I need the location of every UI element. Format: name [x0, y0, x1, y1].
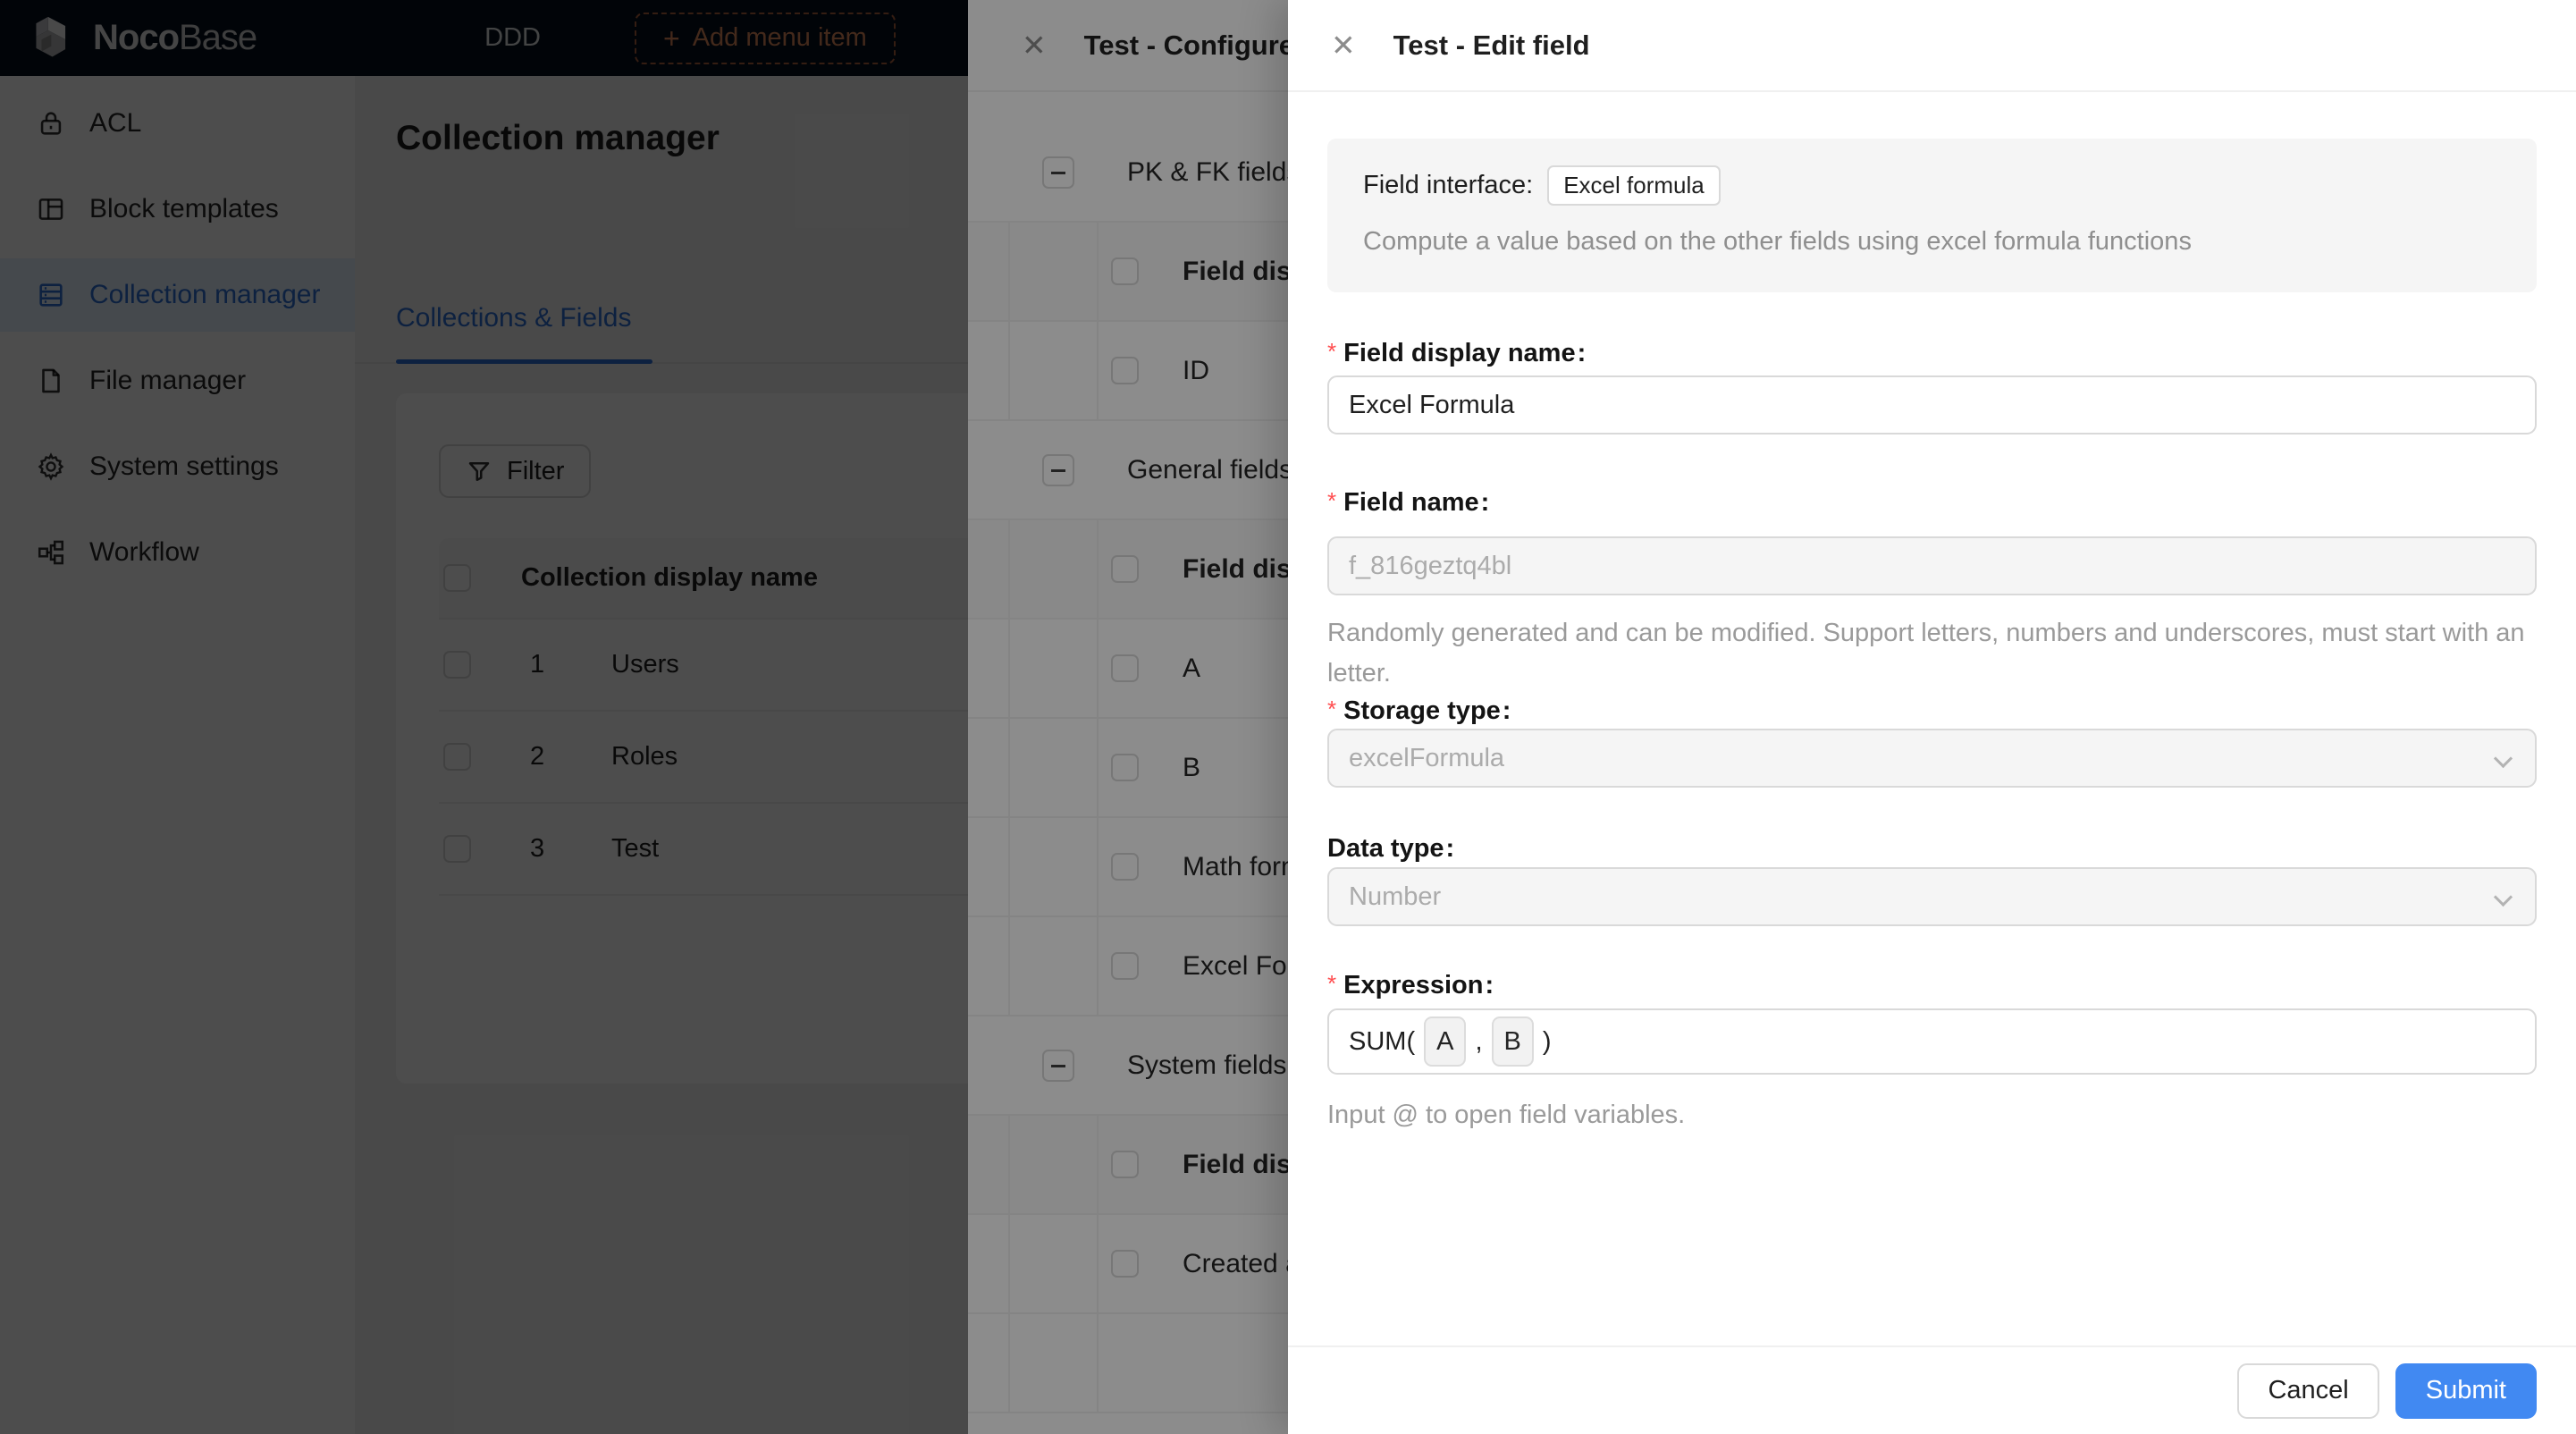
expression-variable-tag-b[interactable]: B [1492, 1016, 1534, 1067]
field-name-help-text: Randomly generated and can be modified. … [1327, 613, 2537, 694]
field-display-name-input[interactable]: Excel Formula [1327, 375, 2537, 434]
expression-prefix: SUM( [1349, 1027, 1415, 1057]
screen: NocoBase DDD + Add menu item ACLBlock te… [0, 0, 2576, 1434]
field-interface-description: Compute a value based on the other field… [1363, 227, 2501, 257]
cancel-button[interactable]: Cancel [2237, 1363, 2378, 1419]
field-display-name-label: *Field display name: [1327, 338, 1586, 368]
chevron-down-icon [2496, 752, 2510, 766]
expression-label: *Expression: [1327, 970, 1494, 1000]
edit-drawer-header: ✕ Test - Edit field [1288, 0, 2576, 92]
expression-suffix: ) [1543, 1027, 1552, 1057]
expression-help-text: Input @ to open field variables. [1327, 1095, 2537, 1135]
edit-drawer-footer: Cancel Submit [1288, 1345, 2576, 1434]
required-asterisk: * [1327, 487, 1336, 514]
field-interface-tag: Excel formula [1547, 165, 1721, 206]
field-interface-panel: Field interface: Excel formula Compute a… [1327, 139, 2537, 292]
edit-drawer-title: Test - Edit field [1393, 30, 1590, 62]
required-asterisk: * [1327, 338, 1336, 365]
required-asterisk: * [1327, 970, 1336, 997]
submit-button[interactable]: Submit [2395, 1363, 2537, 1419]
field-interface-label: Field interface: [1363, 171, 1533, 200]
expression-variable-tag-a[interactable]: A [1424, 1016, 1466, 1067]
expression-separator: , [1475, 1027, 1482, 1057]
storage-type-label: *Storage type: [1327, 696, 1511, 726]
edit-field-drawer: ✕ Test - Edit field Field interface: Exc… [1288, 0, 2576, 1434]
data-type-label: Data type: [1327, 834, 1454, 864]
storage-type-select[interactable]: excelFormula [1327, 729, 2537, 788]
expression-input[interactable]: SUM( A , B ) [1327, 1008, 2537, 1075]
edit-drawer-body: Field interface: Excel formula Compute a… [1288, 92, 2576, 1345]
required-asterisk: * [1327, 696, 1336, 722]
field-name-input[interactable]: f_816geztq4bl [1327, 536, 2537, 595]
data-type-select[interactable]: Number [1327, 867, 2537, 926]
chevron-down-icon [2496, 890, 2510, 905]
field-name-label: *Field name: [1327, 487, 1489, 518]
close-icon[interactable]: ✕ [1331, 30, 1356, 60]
